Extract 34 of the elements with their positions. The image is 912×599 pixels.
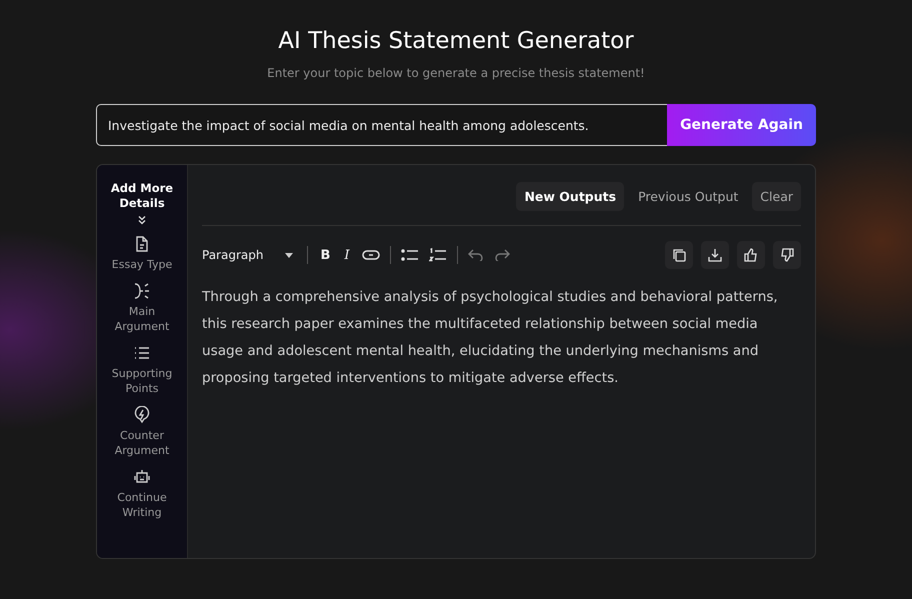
output-tab[interactable]: New Outputs: [516, 182, 624, 211]
sidebar-item[interactable]: Counter Argument: [102, 406, 182, 458]
link-icon[interactable]: [362, 249, 380, 261]
numbered-list-icon[interactable]: [428, 248, 447, 262]
double-chevron-down-icon[interactable]: [137, 215, 147, 225]
copy-button[interactable]: [665, 241, 693, 269]
bold-button[interactable]: B: [318, 248, 332, 262]
page-title: AI Thesis Statement Generator: [277, 28, 635, 54]
caret-icon: [285, 252, 294, 258]
branch-icon: [133, 282, 151, 300]
thumbs-up-icon: [744, 248, 758, 262]
download-button[interactable]: [701, 241, 729, 269]
sidebar-item[interactable]: Essay Type: [102, 235, 182, 272]
download-icon: [708, 248, 722, 262]
thumbs-down-button[interactable]: [773, 241, 801, 269]
thesis-output-text: Through a comprehensive analysis of psychological studies and behavioral patterns, this research paper examines the multifaceted relationship between social media usage and adolescent mental health, elucidating the underlying mechanisms and proposing targeted interventions to mitigate adverse effects.: [202, 288, 779, 388]
thumbs-down-icon: [780, 248, 794, 262]
italic-button[interactable]: I: [342, 248, 352, 262]
sidebar-heading: Add More Details: [110, 181, 174, 211]
bullet-list-icon[interactable]: [400, 248, 419, 262]
copy-icon: [672, 248, 686, 262]
paragraph-dropdown[interactable]: Paragraph: [202, 248, 294, 262]
page-subtitle: Enter your topic below to generate a precise thesis statement!: [266, 66, 646, 80]
lightning-bubble-icon: [133, 406, 151, 424]
sidebar-item[interactable]: Main Argument: [102, 282, 182, 334]
output-tab[interactable]: Previous Output: [630, 182, 746, 211]
sidebar-item[interactable]: Continue Writing: [102, 468, 182, 520]
generate-again-button[interactable]: Generate Again: [667, 104, 816, 146]
undo-icon[interactable]: [468, 249, 484, 261]
thumbs-up-button[interactable]: [737, 241, 765, 269]
redo-icon[interactable]: [494, 249, 510, 261]
clear-button[interactable]: Clear: [752, 182, 801, 211]
sidebar-item[interactable]: Supporting Points: [102, 344, 182, 396]
topic-input-field[interactable]: Investigate the impact of social media on mental health among adolescents.: [96, 104, 668, 146]
